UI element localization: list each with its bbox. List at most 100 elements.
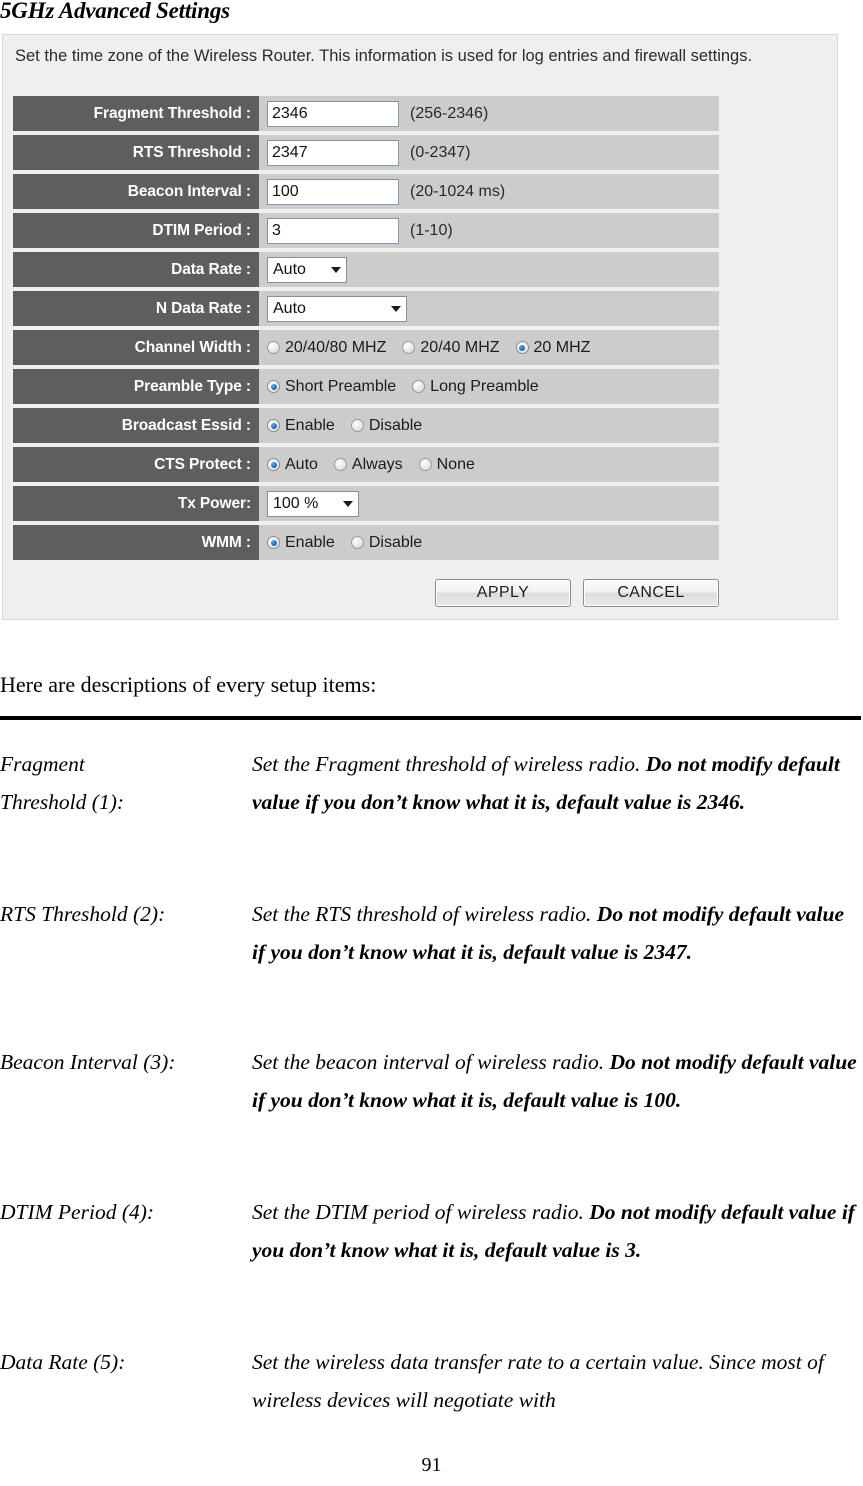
page-title: 5GHz Advanced Settings: [0, 0, 230, 23]
radio-channel-width-20-mhz[interactable]: 20 MHZ: [515, 338, 591, 357]
settings-row-broadcast-essid: Broadcast Essid : Enable Disable: [13, 408, 719, 443]
radio-label: 20 MHZ: [533, 338, 591, 356]
preamble-type-radio-group: Short Preamble Long Preamble: [267, 378, 555, 396]
horizontal-rule: [0, 716, 861, 720]
rts-threshold-input[interactable]: 2347: [267, 139, 399, 166]
radio-broadcast-essid-disable[interactable]: Disable: [350, 416, 423, 435]
cancel-button[interactable]: CANCEL: [583, 579, 719, 607]
radio-label: None: [436, 455, 475, 473]
description-text-plain: Set the RTS threshold of wireless radio.: [252, 902, 597, 926]
row-label-beacon-interval: Beacon Interval :: [13, 174, 259, 209]
description-term: RTS Threshold (2):: [0, 896, 252, 971]
channel-width-radio-group: 20/40/80 MHZ 20/40 MHZ 20 MHZ: [267, 339, 606, 357]
form-action-bar: APPLY CANCEL: [13, 579, 719, 607]
description-term: Fragment Threshold (1):: [0, 746, 252, 821]
radio-cts-protect-auto[interactable]: Auto: [267, 456, 318, 474]
panel-description-text: Set the time zone of the Wireless Router…: [15, 47, 753, 65]
radio-selected-icon: [267, 536, 280, 549]
radio-selected-icon: [267, 458, 280, 471]
beacon-interval-input[interactable]: 100: [267, 178, 399, 205]
radio-preamble-type-long-preamble[interactable]: Long Preamble: [412, 378, 539, 396]
row-field-tx-power: 100 %: [259, 486, 719, 521]
radio-unselected-icon: [402, 341, 416, 354]
row-label-dtim-period: DTIM Period :: [13, 213, 259, 248]
settings-row-dtim-period: DTIM Period : 3 (1-10): [13, 213, 719, 248]
row-field-rts-threshold: 2347 (0-2347): [259, 135, 719, 170]
row-label-data-rate: Data Rate :: [13, 252, 259, 287]
row-field-wmm: Enable Disable: [259, 525, 719, 560]
description-text: Set the DTIM period of wireless radio. D…: [252, 1194, 863, 1269]
radio-unselected-icon: [350, 536, 364, 549]
radio-broadcast-essid-enable[interactable]: Enable: [267, 417, 335, 435]
settings-row-rts-threshold: RTS Threshold : 2347 (0-2347): [13, 135, 719, 170]
settings-row-preamble-type: Preamble Type : Short Preamble Long Preamb…: [13, 369, 719, 404]
radio-unselected-icon: [267, 341, 280, 354]
data-rate-select[interactable]: Auto: [267, 256, 347, 283]
beacon-interval-range-hint: (20-1024 ms): [410, 182, 506, 200]
row-field-n-data-rate: Auto: [259, 291, 719, 326]
radio-unselected-icon: [412, 380, 426, 393]
tx-power-selected-value: 100 %: [273, 494, 319, 512]
settings-row-beacon-interval: Beacon Interval : 100 (20-1024 ms): [13, 174, 719, 209]
description-entry: RTS Threshold (2): Set the RTS threshold …: [0, 896, 863, 971]
radio-unselected-icon: [333, 458, 347, 471]
description-entry: Fragment Threshold (1): Set the Fragment t…: [0, 746, 863, 821]
radio-cts-protect-always[interactable]: Always: [333, 456, 403, 474]
chevron-down-icon: [343, 500, 353, 507]
settings-row-cts-protect: CTS Protect : Auto Always None: [13, 447, 719, 482]
fragment-threshold-range-hint: (256-2346): [410, 104, 489, 122]
radio-label: Disable: [368, 416, 423, 434]
radio-preamble-type-short-preamble[interactable]: Short Preamble: [267, 378, 396, 396]
description-term-line: Data Rate (5):: [0, 1350, 126, 1374]
settings-row-n-data-rate: N Data Rate : Auto: [13, 291, 719, 326]
radio-label: Auto: [285, 455, 318, 473]
description-text-plain: Set the wireless data transfer rate to a…: [252, 1350, 824, 1412]
wmm-radio-group: Enable Disable: [267, 534, 438, 552]
row-label-channel-width: Channel Width :: [13, 330, 259, 365]
router-settings-panel: Set the time zone of the Wireless Router…: [2, 34, 838, 620]
description-text-plain: Set the DTIM period of wireless radio.: [252, 1200, 590, 1224]
row-label-tx-power: Tx Power:: [13, 486, 259, 521]
cts-protect-radio-group: Auto Always None: [267, 456, 491, 474]
radio-label: 20/40/80 MHZ: [285, 338, 387, 356]
radio-channel-width-20-40-80-mhz[interactable]: 20/40/80 MHZ: [267, 339, 386, 357]
radio-label: Enable: [285, 533, 335, 551]
radio-wmm-disable[interactable]: Disable: [350, 533, 423, 552]
radio-wmm-enable[interactable]: Enable: [267, 534, 335, 552]
fragment-threshold-input[interactable]: 2346: [267, 100, 399, 127]
radio-label: 20/40 MHZ: [420, 338, 500, 356]
dtim-period-input[interactable]: 3: [267, 217, 399, 244]
rts-threshold-range-hint: (0-2347): [410, 143, 471, 161]
description-entry: Beacon Interval (3): Set the beacon inter…: [0, 1044, 863, 1119]
chevron-down-icon: [391, 305, 401, 312]
chevron-down-icon: [331, 266, 341, 273]
row-field-cts-protect: Auto Always None: [259, 447, 719, 482]
radio-label: Disable: [368, 533, 423, 551]
radio-unselected-icon: [418, 458, 432, 471]
radio-selected-icon: [515, 341, 529, 354]
data-rate-selected-value: Auto: [273, 260, 306, 278]
description-term-line: Threshold (1):: [0, 789, 125, 814]
row-field-fragment-threshold: 2346 (256-2346): [259, 96, 719, 131]
description-term: Data Rate (5):: [0, 1344, 252, 1419]
settings-row-fragment-threshold: Fragment Threshold : 2346 (256-2346): [13, 96, 719, 131]
tx-power-select[interactable]: 100 %: [267, 490, 359, 517]
row-field-preamble-type: Short Preamble Long Preamble: [259, 369, 719, 404]
row-field-dtim-period: 3 (1-10): [259, 213, 719, 248]
radio-label: Short Preamble: [285, 377, 397, 395]
radio-cts-protect-none[interactable]: None: [418, 455, 475, 474]
descriptions-intro: Here are descriptions of every setup ite…: [0, 672, 377, 697]
row-label-cts-protect: CTS Protect :: [13, 447, 259, 482]
description-term-line: Beacon Interval (3):: [0, 1050, 176, 1074]
radio-channel-width-20-40-mhz[interactable]: 20/40 MHZ: [402, 338, 500, 357]
description-text: Set the RTS threshold of wireless radio.…: [252, 896, 863, 971]
row-field-beacon-interval: 100 (20-1024 ms): [259, 174, 719, 209]
description-text: Set the wireless data transfer rate to a…: [252, 1344, 863, 1419]
dtim-period-range-hint: (1-10): [410, 221, 453, 239]
n-data-rate-select[interactable]: Auto: [267, 295, 407, 322]
description-entry: DTIM Period (4): Set the DTIM period of w…: [0, 1194, 863, 1269]
page-number: 91: [421, 1454, 442, 1476]
apply-button[interactable]: APPLY: [435, 579, 571, 607]
row-label-preamble-type: Preamble Type :: [13, 369, 259, 404]
broadcast-essid-radio-group: Enable Disable: [267, 417, 438, 435]
